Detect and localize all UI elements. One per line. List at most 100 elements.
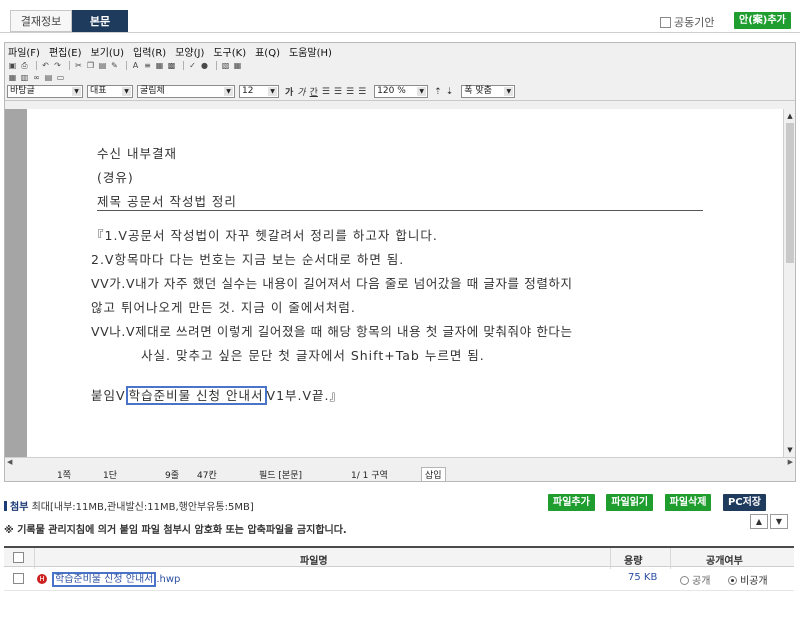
align-justify-icon[interactable]: ☰ (322, 87, 330, 97)
preview-icon[interactable]: ▣ (8, 61, 17, 70)
scroll-left-icon[interactable]: ◀ (7, 458, 12, 466)
paste-icon[interactable]: ▤ (98, 61, 107, 70)
doc-line-2: 2.V항목마다 다는 번호는 지금 보는 순서대로 하면 됨. (91, 252, 405, 267)
toolbar-row-1: ▣ ⎙ ↶ ↷ ✂ ❐ ▤ ✎ A ≡ ▦ ▩ ✓ ● ▧ ▦ (5, 59, 795, 71)
undo-icon[interactable]: ↶ (41, 61, 50, 70)
tab-approval-info[interactable]: 결재정보 (10, 10, 72, 32)
col-visibility: 공개여부 (706, 556, 743, 567)
attachment-buttons: 파일추가 파일읽기 파일삭제 PC저장 (540, 494, 767, 511)
status-section: 1단 (103, 471, 118, 481)
file-read-button[interactable]: 파일읽기 (606, 494, 654, 511)
doc-recipient: 수신 내부결재 (97, 146, 177, 161)
pc-save-button[interactable]: PC저장 (722, 494, 767, 511)
toolbar-row-2: ▦ ▥ ∞ ▤ ▭ (5, 71, 795, 83)
table-icon[interactable]: ▦ (233, 61, 242, 70)
file-delete-button[interactable]: 파일삭제 (664, 494, 712, 511)
scroll-thumb[interactable] (786, 123, 794, 263)
picture-icon[interactable]: ▧ (221, 61, 230, 70)
image-icon[interactable]: ▩ (167, 61, 176, 70)
align-left-icon[interactable]: ☰ (334, 87, 342, 97)
vertical-scrollbar[interactable]: ▲ ▼ (783, 109, 795, 457)
spacing-increase-icon[interactable]: ⇡ (434, 87, 442, 97)
zoom-select[interactable]: 폭 맞춤 ▼ (461, 85, 516, 98)
scroll-right-icon[interactable]: ▶ (788, 458, 793, 466)
align-right-icon[interactable]: ☰ (358, 87, 366, 97)
copy-icon[interactable]: ❐ (86, 61, 95, 70)
doc-line-1: 『1.V공문서 작성법이 자꾸 헷갈려서 정리를 하고자 합니다. (91, 228, 438, 243)
file-link[interactable]: 학습준비물 신청 안내서 .hwp (52, 570, 181, 587)
visibility-private[interactable]: 비공개 (728, 572, 768, 587)
move-down-icon[interactable]: ▼ (770, 514, 788, 529)
language-select[interactable]: 대표 ▼ (87, 85, 133, 98)
joint-term-toggle[interactable]: 공동기안 (660, 14, 714, 30)
section-marker (4, 501, 7, 511)
attachment-name-highlight: 학습준비물 신청 안내서 (125, 386, 267, 405)
menu-file[interactable]: 파일(F) (8, 44, 40, 59)
font-select[interactable]: 굴림체 ▼ (137, 85, 235, 98)
file-add-button[interactable]: 파일추가 (548, 494, 595, 511)
print-icon[interactable]: ⎙ (20, 61, 29, 70)
tab-body[interactable]: 본문 (72, 10, 128, 32)
col-size: 용량 (624, 556, 643, 567)
spellcheck-icon[interactable]: ✓ (188, 61, 197, 70)
table-insert-icon[interactable]: ▦ (8, 73, 17, 82)
scroll-up-icon[interactable]: ▲ (785, 111, 795, 121)
doc-line-4: 않고 튀어나오게 만든 것. 지금 이 줄에서처럼. (91, 300, 356, 315)
attachment-prefix: 붙임V (91, 388, 126, 403)
horizontal-scrollbar[interactable]: ◀ ▶ (5, 457, 795, 467)
menu-tools[interactable]: 도구(K) (213, 44, 246, 59)
line-spacing-select[interactable]: 120 % ▼ (374, 85, 429, 98)
status-mode[interactable]: 삽입 (421, 467, 446, 482)
para-shape-icon[interactable]: ≡ (143, 61, 152, 70)
file-ext: .hwp (156, 574, 181, 585)
cut-icon[interactable]: ✂ (74, 61, 83, 70)
hwp-editor: 파일(F) 편집(E) 보기(U) 입력(R) 모양(J) 도구(K) 표(Q)… (4, 42, 796, 482)
joint-term-checkbox[interactable] (660, 16, 671, 28)
menu-view[interactable]: 보기(U) (91, 44, 125, 59)
spacing-decrease-icon[interactable]: ⇣ (446, 87, 454, 97)
menu-help[interactable]: 도움말(H) (289, 44, 332, 59)
chevron-down-icon: ▼ (72, 87, 81, 96)
menu-insert[interactable]: 입력(R) (133, 44, 166, 59)
select-all-checkbox[interactable] (13, 552, 24, 563)
menu-table[interactable]: 표(Q) (255, 44, 280, 59)
move-up-icon[interactable]: ▲ (750, 514, 768, 529)
row-checkbox[interactable] (13, 573, 24, 584)
doc-line-3: VV가.V내가 자주 했던 실수는 내용이 길어져서 다음 줄로 넘어갔을 때 … (91, 276, 573, 291)
doc-subject: 제목 공문서 작성법 정리 (97, 194, 237, 209)
field-icon[interactable]: ▭ (56, 73, 65, 82)
bold-icon[interactable]: 가 (285, 85, 293, 98)
radio-private[interactable] (728, 576, 737, 585)
doc-line-6: 사실. 맞추고 싶은 문단 첫 글자에서 Shift+Tab 누르면 됨. (141, 348, 485, 363)
editor-menubar: 파일(F) 편집(E) 보기(U) 입력(R) 모양(J) 도구(K) 표(Q)… (5, 43, 795, 59)
italic-icon[interactable]: 가 (297, 85, 305, 98)
scroll-down-icon[interactable]: ▼ (785, 445, 795, 455)
attachment-notice: ※ 기록물 관리지침에 의거 붙임 파일 첨부시 암호화 또는 압축파일을 금지… (4, 525, 347, 536)
underline-icon[interactable]: 간 (310, 85, 318, 98)
visibility-public[interactable]: 공개 (680, 572, 710, 587)
table-row: H 학습준비물 신청 안내서 .hwp 75 KB 공개 비공개 (4, 567, 794, 591)
menu-format[interactable]: 모양(J) (175, 44, 204, 59)
tab-divider (0, 32, 800, 33)
redo-icon[interactable]: ↷ (53, 61, 62, 70)
joint-term-label: 공동기안 (674, 16, 715, 29)
record-icon[interactable]: ● (200, 61, 209, 70)
sign-add-button[interactable]: 안(案)추가 (734, 12, 791, 29)
style-icon[interactable]: ▦ (155, 61, 164, 70)
chevron-down-icon: ▼ (122, 87, 131, 96)
char-shape-icon[interactable]: A (131, 61, 140, 70)
grid-icon[interactable]: ▥ (20, 73, 29, 82)
document-page[interactable]: 수신 내부결재 (경유) 제목 공문서 작성법 정리 『1.V공문서 작성법이 … (27, 109, 787, 457)
format-paint-icon[interactable]: ✎ (110, 61, 119, 70)
radio-public[interactable] (680, 576, 689, 585)
chart-icon[interactable]: ▤ (44, 73, 53, 82)
attachment-table-header: 파일명 용량 공개여부 (4, 546, 794, 569)
subject-underline (97, 210, 703, 211)
doc-attachment-line: 붙임V 학습준비물 신청 안내서 V1부.V끝.』 (91, 385, 343, 405)
align-center-icon[interactable]: ☰ (346, 87, 354, 97)
font-size-select[interactable]: 12 ▼ (239, 85, 279, 98)
menu-edit[interactable]: 편집(E) (49, 44, 82, 59)
attachment-table: 파일명 용량 공개여부 H 학습준비물 신청 안내서 .hwp 75 KB 공개 … (4, 546, 794, 591)
style-select[interactable]: 바탕글 ▼ (7, 85, 83, 98)
link-icon[interactable]: ∞ (32, 73, 41, 82)
